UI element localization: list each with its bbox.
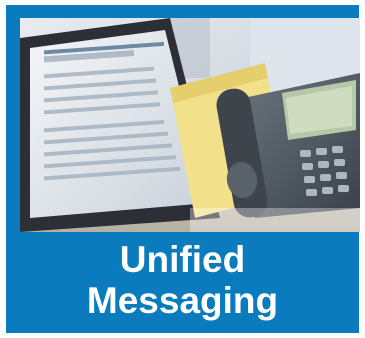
- caption-line-1: Unified: [119, 239, 246, 280]
- office-desk-illustration: [20, 18, 360, 232]
- tile-caption: Unified Messaging: [6, 239, 359, 321]
- caption-line-2: Messaging: [86, 280, 279, 321]
- unified-messaging-photo: [20, 18, 360, 232]
- unified-messaging-tile[interactable]: Unified Messaging: [6, 5, 360, 333]
- ip-phone-icon: [216, 73, 360, 218]
